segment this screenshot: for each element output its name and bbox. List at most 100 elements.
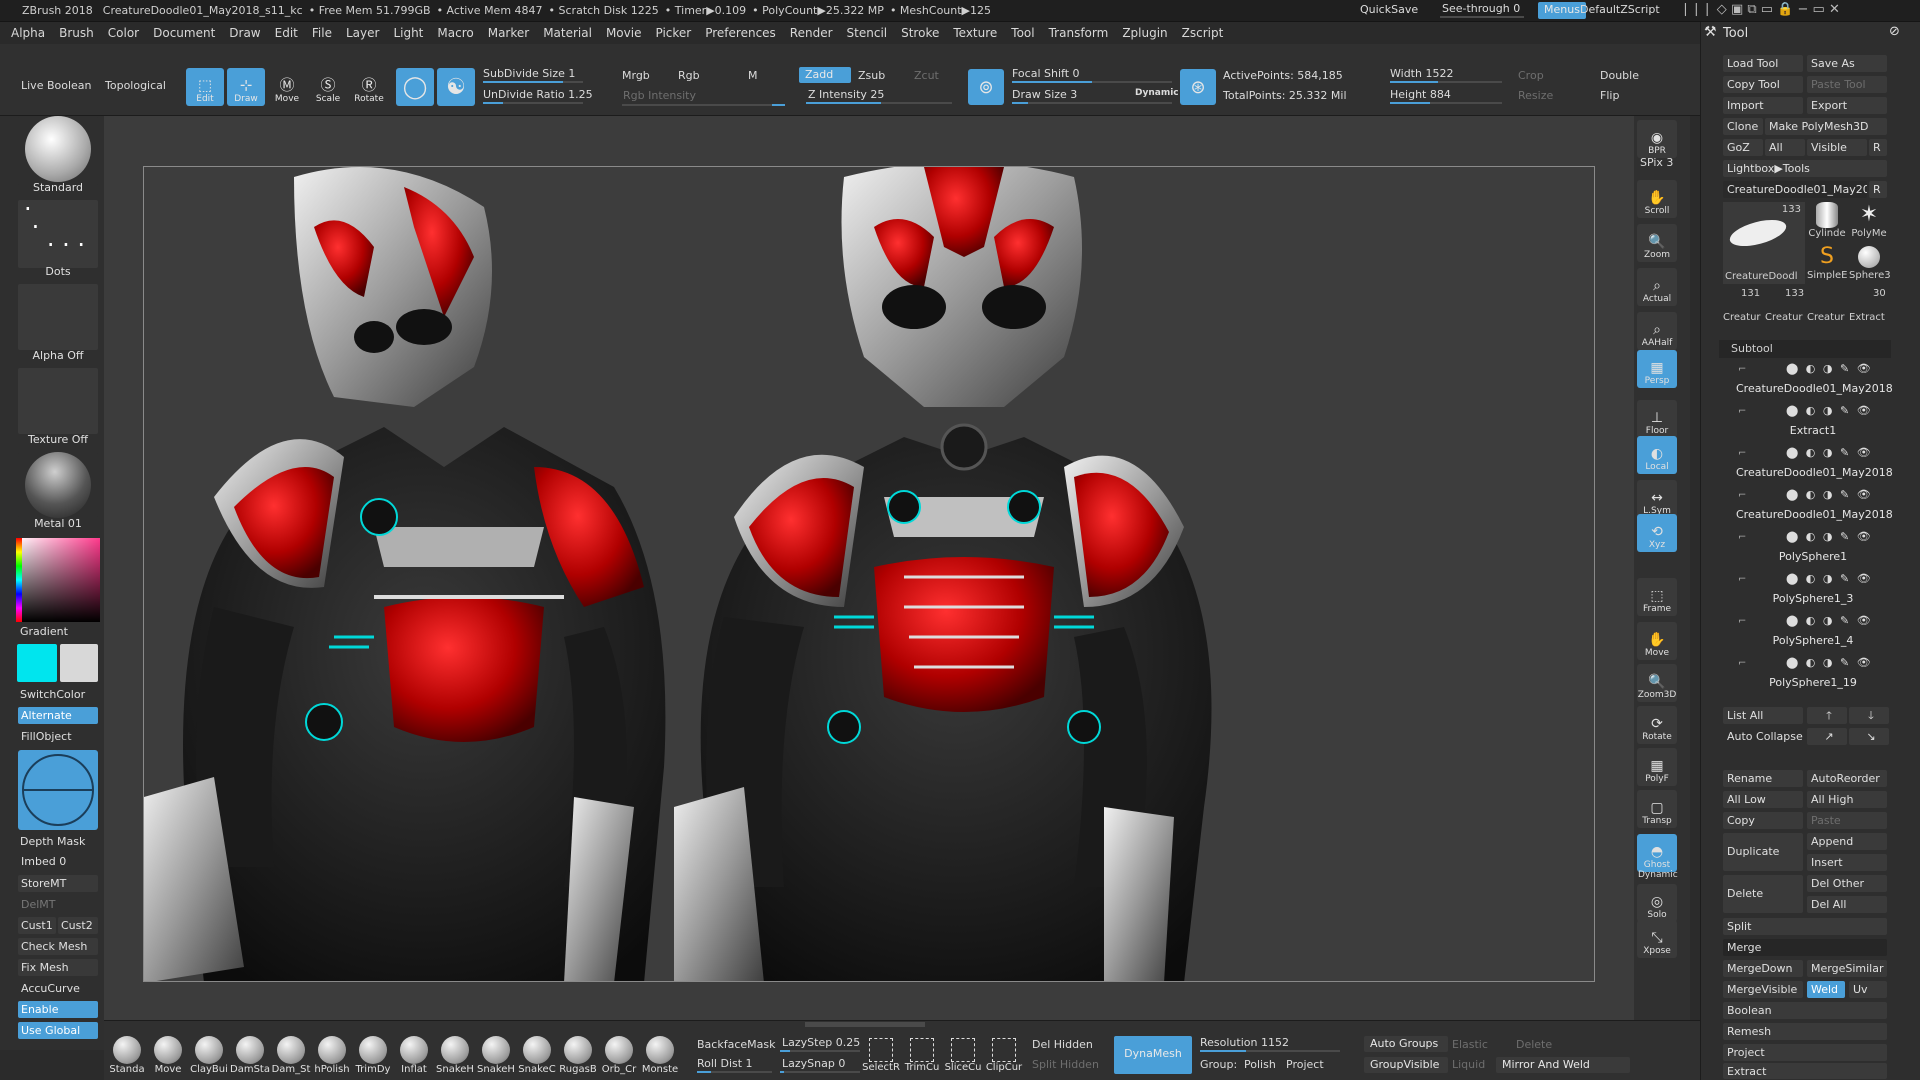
insert-button[interactable]: Insert — [1807, 854, 1887, 871]
subtool-row[interactable]: ⌐ ⬤ ◐ ◑ ✎ 👁 CreatureDoodle01_May2018 — [1736, 446, 1893, 486]
subtool-row[interactable]: ⌐ ⬤ ◐ ◑ ✎ 👁 Extract1 — [1736, 404, 1890, 444]
rshelf-spix-3[interactable]: SPix 3 — [1640, 156, 1673, 169]
append-button[interactable]: Append — [1807, 833, 1887, 850]
brush-rugasb-button[interactable]: RugasB — [559, 1036, 597, 1078]
backface-mask-button[interactable]: BackfaceMask — [697, 1038, 775, 1051]
brush-snakeh-button[interactable]: SnakeH — [477, 1036, 515, 1078]
menu-draw[interactable]: Draw — [229, 26, 260, 40]
menu-tool[interactable]: Tool — [1011, 26, 1034, 40]
auto-groups-button[interactable]: Auto Groups — [1364, 1036, 1448, 1052]
uv-button[interactable]: Uv — [1849, 981, 1887, 998]
roll-dist-slider[interactable]: Roll Dist 1 — [697, 1057, 753, 1070]
save-as-button[interactable]: Save As — [1807, 55, 1887, 72]
del-mt-button[interactable]: DelMT — [18, 896, 98, 913]
secondary-color-swatch[interactable] — [60, 644, 98, 682]
rshelf-transp-button[interactable]: ▢ Transp — [1637, 790, 1677, 828]
menu-zscript[interactable]: Zscript — [1182, 26, 1224, 40]
subtool-toggles[interactable]: ⬤ ◐ ◑ ✎ 👁 — [1786, 530, 1873, 543]
mirror-and-weld-button[interactable]: Mirror And Weld — [1496, 1057, 1630, 1073]
brush-trimdy-button[interactable]: TrimDy — [354, 1036, 392, 1078]
boolean-section[interactable]: Boolean — [1723, 1002, 1887, 1019]
subtool-toggles[interactable]: ⬤ ◐ ◑ ✎ 👁 — [1786, 656, 1873, 669]
rgb-intensity-slider[interactable]: Rgb Intensity — [623, 89, 696, 102]
delete-bottom-button[interactable]: Delete — [1516, 1038, 1552, 1051]
see-through-track[interactable] — [1440, 16, 1524, 18]
brush-orb-cr-button[interactable]: Orb_Cr — [600, 1036, 638, 1078]
all-low-button[interactable]: All Low — [1723, 791, 1803, 808]
brush-hpolish-button[interactable]: hPolish — [313, 1036, 351, 1078]
fix-mesh-button[interactable]: Fix Mesh — [18, 959, 98, 976]
rshelf-xyz-button[interactable]: ⟲ Xyz — [1637, 514, 1677, 552]
draw-button[interactable]: ⊹ Draw — [227, 68, 265, 106]
mergesimilar-button[interactable]: MergeSimilar — [1807, 960, 1887, 977]
menu-alpha[interactable]: Alpha — [11, 26, 45, 40]
list-all-button[interactable]: List All — [1723, 707, 1803, 724]
m-button[interactable]: M — [748, 69, 758, 82]
check-mesh-button[interactable]: Check Mesh In — [18, 938, 98, 970]
menu-transform[interactable]: Transform — [1049, 26, 1109, 40]
paste-tool-button[interactable]: Paste Tool — [1807, 76, 1887, 93]
flip-button[interactable]: Flip — [1600, 89, 1619, 102]
rshelf-floor-button[interactable]: ⊥ Floor — [1637, 400, 1677, 438]
mergedown-button[interactable]: MergeDown — [1723, 960, 1803, 977]
main-color-swatch[interactable] — [17, 644, 57, 682]
focal-button[interactable]: ⊚ — [968, 69, 1004, 105]
brush-damsta-button[interactable]: DamSta — [230, 1036, 270, 1078]
menu-texture[interactable]: Texture — [953, 26, 997, 40]
rshelf-l-sym-button[interactable]: ↔ L.Sym — [1637, 480, 1677, 518]
move-button[interactable]: Ⓜ Move — [268, 68, 306, 106]
edit-button[interactable]: ⬚ Edit — [186, 68, 224, 106]
split-hidden-button[interactable]: Split Hidden — [1032, 1058, 1099, 1071]
tool-thumb-main[interactable]: 133 CreatureDoodl — [1723, 202, 1805, 284]
rshelf-frame-button[interactable]: ⬚ Frame — [1637, 578, 1677, 616]
hue-strip[interactable] — [16, 538, 22, 622]
rotate-button[interactable]: Ⓡ Rotate — [350, 68, 388, 106]
menu-stroke[interactable]: Stroke — [901, 26, 939, 40]
tool-thumb-sphere[interactable]: Sphere3 — [1849, 244, 1891, 284]
auto-collapse-button[interactable]: Auto Collapse — [1723, 728, 1803, 745]
undivide-ratio-slider[interactable]: UnDivide Ratio 1.25 — [483, 88, 593, 101]
subdivide-size-slider[interactable]: SubDivide Size 1 — [483, 67, 575, 80]
split-section[interactable]: Split — [1723, 918, 1887, 935]
width-slider[interactable]: Width 1522 — [1390, 67, 1453, 80]
brush-thumbnail[interactable] — [18, 116, 98, 186]
depth-mask-dial[interactable] — [18, 750, 98, 830]
menu-document[interactable]: Document — [153, 26, 215, 40]
tool-selectr-button[interactable]: SelectR — [862, 1036, 900, 1078]
menu-stencil[interactable]: Stencil — [847, 26, 888, 40]
tool-thumb-row[interactable]: 131 133 30 Creatur Creatur Creatur Extra… — [1723, 286, 1889, 326]
tool-clipcur-button[interactable]: ClipCur — [985, 1036, 1023, 1078]
lightbox-tools-button[interactable]: Lightbox▶Tools — [1723, 160, 1887, 177]
resize-button[interactable]: Resize — [1518, 89, 1553, 102]
imbed-slider[interactable]: Imbed 0 — [18, 853, 98, 870]
del-all-button[interactable]: Del All — [1807, 896, 1887, 913]
cust1-button[interactable]: Cust1 — [18, 917, 56, 934]
rshelf-zoom-button[interactable]: 🔍 Zoom — [1637, 224, 1677, 262]
alpha-thumbnail[interactable] — [18, 284, 98, 350]
project-button[interactable]: Project — [1286, 1058, 1324, 1071]
arrow-down-right-button[interactable]: ↘ — [1849, 728, 1889, 745]
cust2-button[interactable]: Cust2 — [58, 917, 98, 934]
menu-zplugin[interactable]: Zplugin — [1122, 26, 1167, 40]
mrgb-button[interactable]: Mrgb — [622, 69, 650, 82]
stroke-thumbnail[interactable]: · · · · · — [18, 197, 98, 268]
store-mt-button[interactable]: StoreMT — [18, 875, 98, 892]
copy-tool-button[interactable]: Copy Tool — [1723, 76, 1803, 93]
zadd-button[interactable]: Zadd — [799, 67, 851, 83]
subtool-row[interactable]: ⌐ ⬤ ◐ ◑ ✎ 👁 PolySphere1_3 — [1736, 572, 1890, 612]
stroke-button[interactable]: ⊛ — [1180, 69, 1216, 105]
brush-snakeh-button[interactable]: SnakeH — [436, 1036, 474, 1078]
subtool-row[interactable]: ⌐ ⬤ ◐ ◑ ✎ 👁 CreatureDoodle01_May2018 — [1736, 488, 1893, 528]
homepage-button[interactable]: ☯ — [437, 68, 475, 106]
menu-file[interactable]: File — [312, 26, 332, 40]
delete-button[interactable]: Delete — [1723, 875, 1803, 913]
bottom-shelf-handle[interactable] — [805, 1022, 925, 1027]
rshelf-xpose-button[interactable]: ⤡ Xpose — [1637, 920, 1677, 958]
rshelf-persp-button[interactable]: ▦ Persp — [1637, 350, 1677, 388]
subtool-row[interactable]: ⌐ ⬤ ◐ ◑ ✎ 👁 PolySphere1_4 — [1736, 614, 1890, 654]
move-down-button[interactable]: 🡓 — [1849, 707, 1889, 724]
subtool-toggles[interactable]: ⬤ ◐ ◑ ✎ 👁 — [1786, 614, 1873, 627]
rshelf-ghost-button[interactable]: ◓ Ghost — [1637, 834, 1677, 872]
use-global-button[interactable]: Use Global — [18, 1022, 98, 1039]
dynamesh-button[interactable]: DynaMesh — [1114, 1036, 1192, 1074]
